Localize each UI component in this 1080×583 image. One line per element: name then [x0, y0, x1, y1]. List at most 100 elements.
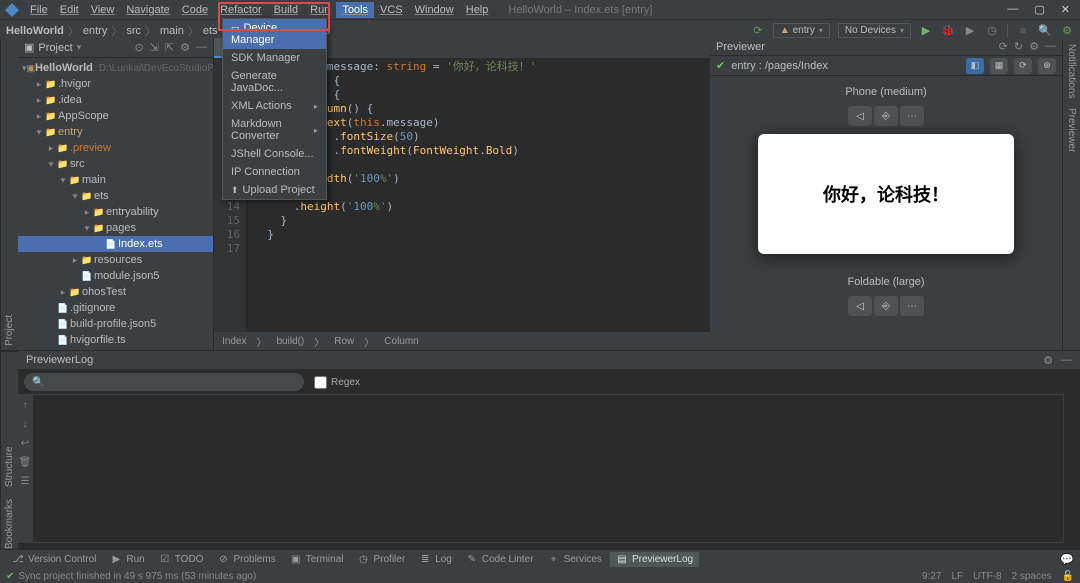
expand-all-icon[interactable]: ⇲	[150, 41, 159, 54]
regex-checkbox[interactable]	[314, 376, 327, 389]
tree-item[interactable]: 📄hvigorfile.ts	[18, 332, 213, 348]
tree-item[interactable]: ▸📁.hvigor	[18, 76, 213, 92]
tab-todo[interactable]: ☑TODO	[153, 552, 210, 567]
bc-item[interactable]: Index	[222, 336, 246, 347]
tree-item[interactable]: 📄.gitignore	[18, 300, 213, 316]
menu-refactor[interactable]: Refactor	[214, 2, 268, 18]
dd-upload-project[interactable]: ⬆Upload Project	[223, 181, 326, 199]
tab-profiler[interactable]: ◷Profiler	[352, 552, 412, 567]
crumb[interactable]: entry	[83, 25, 107, 37]
log-search-input[interactable]: 🔍	[24, 373, 304, 391]
pin-icon[interactable]: ↻	[1014, 40, 1023, 53]
settings-icon[interactable]: ⚙	[1060, 24, 1074, 38]
tab-previewerlog[interactable]: ▤PreviewerLog	[610, 552, 699, 567]
filter-icon[interactable]: ☰	[21, 476, 30, 487]
menu-view[interactable]: View	[85, 2, 121, 18]
rail-previewer[interactable]: Previewer	[1066, 108, 1077, 152]
stop-icon[interactable]: ■	[1016, 24, 1030, 38]
device-combo[interactable]: No Devices▾	[838, 23, 911, 38]
dd-xml-actions[interactable]: XML Actions▸	[223, 97, 326, 115]
menu-window[interactable]: Window	[409, 2, 460, 18]
search-icon[interactable]: 🔍	[1038, 24, 1052, 38]
tab-code-linter[interactable]: ✎Code Linter	[460, 552, 540, 567]
menu-code[interactable]: Code	[176, 2, 214, 18]
tree-item[interactable]: ▸📁.preview	[18, 140, 213, 156]
tab-log[interactable]: ≣Log	[413, 552, 458, 567]
dd-markdown[interactable]: Markdown Converter▸	[223, 115, 326, 145]
collapse-all-icon[interactable]: ⇱	[165, 41, 174, 54]
tree-item[interactable]: ▾📁main	[18, 172, 213, 188]
tree-item[interactable]: ▸📁resources	[18, 252, 213, 268]
gear-icon[interactable]: ⚙	[1029, 40, 1039, 53]
tab-services[interactable]: ⌖Services	[542, 552, 608, 567]
menu-run[interactable]: Run	[304, 2, 336, 18]
hide-icon[interactable]: —	[1061, 354, 1072, 367]
dd-sdk-manager[interactable]: SDK Manager	[223, 49, 326, 67]
readonly-icon[interactable]: 🔓	[1062, 571, 1074, 582]
tree-item[interactable]: ▸📁entryability	[18, 204, 213, 220]
rail-project[interactable]: Project	[4, 315, 15, 346]
bc-item[interactable]: build()	[276, 336, 304, 347]
tree-item[interactable]: 📄module.json5	[18, 268, 213, 284]
maximize-icon[interactable]: ▢	[1034, 3, 1044, 16]
minimize-icon[interactable]: —	[1007, 3, 1018, 16]
dd-javadoc[interactable]: Generate JavaDoc...	[223, 67, 326, 97]
menu-edit[interactable]: Edit	[54, 2, 85, 18]
indent[interactable]: 2 spaces	[1012, 571, 1052, 582]
debug-icon[interactable]: 🐞	[941, 24, 955, 38]
orientation-icon[interactable]: ◁	[848, 296, 872, 316]
dd-ip-connection[interactable]: IP Connection	[223, 163, 326, 181]
run-config-combo[interactable]: ▲ entry▾	[773, 23, 830, 38]
crumb[interactable]: ets	[203, 25, 218, 37]
close-icon[interactable]: ✕	[1061, 3, 1070, 16]
more-icon[interactable]: ⋯	[900, 296, 924, 316]
tree-root[interactable]: ▾▣HelloWorldD:\Lunkai\DevEcoStudioProjec…	[18, 60, 213, 76]
encoding[interactable]: UTF-8	[973, 571, 1001, 582]
menu-file[interactable]: File	[24, 2, 54, 18]
caret-position[interactable]: 9:27	[922, 571, 941, 582]
tree-item[interactable]: ▾📁src	[18, 156, 213, 172]
regex-toggle[interactable]: Regex	[314, 376, 360, 389]
refresh-icon[interactable]: ⟳	[999, 40, 1008, 53]
tree-item[interactable]: 📄build-profile.json5	[18, 316, 213, 332]
coverage-icon[interactable]: ▶	[963, 24, 977, 38]
tab-run[interactable]: ▶Run	[104, 552, 150, 567]
dd-device-manager[interactable]: ▭Device Manager	[223, 19, 326, 49]
tree-file-selected[interactable]: 📄Index.ets	[18, 236, 213, 252]
menu-vcs[interactable]: VCS	[374, 2, 409, 18]
menu-help[interactable]: Help	[460, 2, 495, 18]
run-icon[interactable]: ▶	[919, 24, 933, 38]
orientation-icon[interactable]: ◁	[848, 106, 872, 126]
gear-icon[interactable]: ⚙	[1043, 354, 1053, 367]
tree-item[interactable]: ▸📁ohosTest	[18, 284, 213, 300]
bc-item[interactable]: Column	[384, 336, 418, 347]
crumb[interactable]: main	[160, 25, 184, 37]
scroll-to-end-icon[interactable]: ↓	[23, 419, 28, 430]
soft-wrap-icon[interactable]: ↩	[21, 438, 29, 449]
rail-structure[interactable]: Structure	[4, 446, 15, 487]
rotate-icon[interactable]: ⟳	[1014, 58, 1032, 74]
language-icon[interactable]: ⎆	[874, 106, 898, 126]
multi-device-icon[interactable]: ▦	[990, 58, 1008, 74]
tree-item[interactable]: ▾📁pages	[18, 220, 213, 236]
more-icon[interactable]: ⋯	[900, 106, 924, 126]
tree-item[interactable]: ▸📁AppScope	[18, 108, 213, 124]
menu-tools[interactable]: Tools	[336, 2, 374, 18]
inspector-icon[interactable]: ◧	[966, 58, 984, 74]
hide-icon[interactable]: —	[1045, 40, 1056, 53]
sync-icon[interactable]: ⟳	[751, 24, 765, 38]
profile-icon[interactable]: ◷	[985, 24, 999, 38]
language-icon[interactable]: ⎆	[874, 296, 898, 316]
crumb[interactable]: src	[126, 25, 141, 37]
tab-version-control[interactable]: ⎇Version Control	[6, 552, 102, 567]
project-tree[interactable]: ▾▣HelloWorldD:\Lunkai\DevEcoStudioProjec…	[18, 58, 213, 350]
rail-bookmarks[interactable]: Bookmarks	[4, 499, 15, 549]
rail-notifications[interactable]: Notifications	[1066, 44, 1077, 98]
zoom-icon[interactable]: ⊕	[1038, 58, 1056, 74]
menu-build[interactable]: Build	[268, 2, 304, 18]
menu-navigate[interactable]: Navigate	[120, 2, 175, 18]
dd-jshell[interactable]: JShell Console...	[223, 145, 326, 163]
bc-item[interactable]: Row	[334, 336, 354, 347]
tab-problems[interactable]: ⊘Problems	[211, 552, 281, 567]
tab-terminal[interactable]: ▣Terminal	[284, 552, 350, 567]
